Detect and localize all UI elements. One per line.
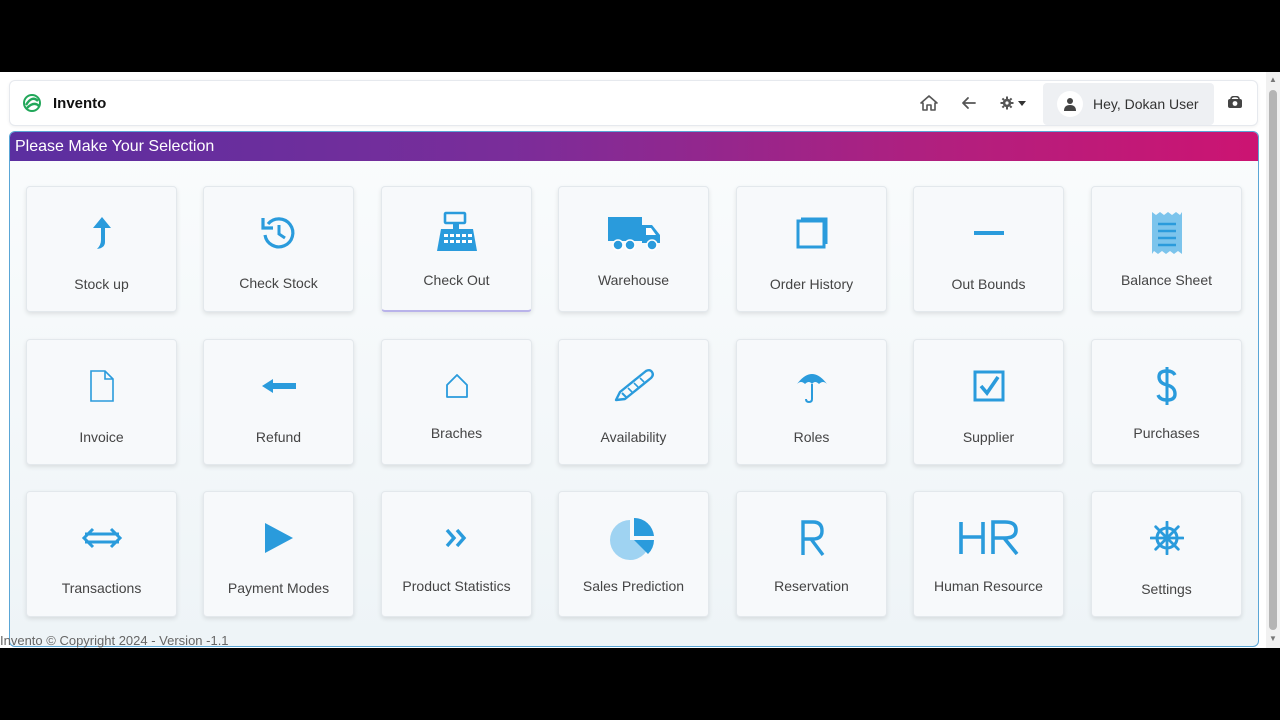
tile-stock-up[interactable]: Stock up — [26, 186, 177, 312]
panel-title: Please Make Your Selection — [10, 132, 1258, 161]
footer-copyright: Invento © Copyright 2024 - Version -1.1 — [0, 633, 229, 648]
document-icon — [27, 362, 176, 410]
tile-payment-modes[interactable]: Payment Modes — [203, 491, 354, 617]
tile-label: Out Bounds — [951, 276, 1026, 292]
user-menu[interactable]: Hey, Dokan User — [1043, 83, 1214, 125]
logout-icon[interactable] — [1223, 93, 1247, 113]
tile-label: Braches — [430, 425, 483, 441]
stock-up-icon — [27, 209, 176, 257]
home-icon[interactable] — [917, 93, 941, 113]
tile-label: Refund — [255, 429, 302, 445]
receipt-icon — [1092, 209, 1241, 257]
tile-label: Supplier — [962, 429, 1015, 445]
selection-panel: Please Make Your Selection Stock up Chec… — [9, 131, 1259, 647]
refresh-icon — [204, 209, 353, 257]
tile-check-out[interactable]: Check Out — [381, 186, 532, 312]
helm-icon — [1092, 514, 1241, 562]
square-icon — [737, 209, 886, 257]
tile-sales-prediction[interactable]: Sales Prediction — [558, 491, 709, 617]
tile-label: Reservation — [774, 578, 849, 594]
tile-label: Warehouse — [597, 272, 670, 288]
dollar-icon — [1092, 362, 1241, 410]
invento-logo-icon — [23, 94, 41, 112]
house-icon — [382, 362, 531, 410]
tile-supplier[interactable]: Supplier — [913, 339, 1064, 465]
app-name: Invento — [53, 94, 107, 112]
tile-check-stock[interactable]: Check Stock — [203, 186, 354, 312]
brand[interactable]: Invento — [22, 91, 106, 115]
tile-reservation[interactable]: Reservation — [736, 491, 887, 617]
checkbox-icon — [914, 362, 1063, 410]
tile-label: Product Statistics — [402, 578, 511, 594]
tile-label: Availability — [600, 429, 667, 445]
tile-out-bounds[interactable]: Out Bounds — [913, 186, 1064, 312]
scroll-thumb[interactable] — [1269, 90, 1277, 630]
tile-label: Invoice — [79, 429, 124, 445]
tile-braches[interactable]: Braches — [381, 339, 532, 465]
app-viewport: Invento Hey, Dokan User Please Make Your… — [0, 72, 1280, 648]
tile-invoice[interactable]: Invoice — [26, 339, 177, 465]
tile-balance-sheet[interactable]: Balance Sheet — [1091, 186, 1242, 312]
tile-warehouse[interactable]: Warehouse — [558, 186, 709, 312]
tile-availability[interactable]: Availability — [558, 339, 709, 465]
tile-label: Settings — [1141, 581, 1192, 597]
pie-chart-icon — [559, 514, 708, 562]
minus-icon — [914, 209, 1063, 257]
tile-label: Stock up — [74, 276, 129, 292]
pencil-icon — [559, 362, 708, 410]
tile-settings[interactable]: Settings — [1091, 491, 1242, 617]
umbrella-icon — [737, 362, 886, 410]
play-icon — [204, 514, 353, 562]
truck-icon — [559, 209, 708, 257]
tile-label: Check Stock — [239, 275, 318, 291]
top-navbar: Invento Hey, Dokan User — [9, 80, 1258, 126]
tile-label: Check Out — [423, 272, 490, 288]
tile-label: Payment Modes — [227, 580, 330, 596]
user-avatar-icon — [1057, 91, 1083, 117]
tile-label: Sales Prediction — [582, 578, 685, 594]
arrow-left-icon — [204, 362, 353, 410]
left-right-arrow-icon — [27, 514, 176, 562]
scroll-down-arrow-icon[interactable]: ▼ — [1269, 635, 1277, 643]
tile-product-statistics[interactable]: Product Statistics — [381, 491, 532, 617]
tile-refund[interactable]: Refund — [203, 339, 354, 465]
tile-label: Balance Sheet — [1120, 272, 1213, 288]
tile-roles[interactable]: Roles — [736, 339, 887, 465]
tile-label: Transactions — [61, 580, 142, 596]
tile-label: Order History — [769, 276, 854, 292]
tile-purchases[interactable]: Purchases — [1091, 339, 1242, 465]
user-greeting: Hey, Dokan User — [1093, 96, 1199, 112]
cash-register-icon — [382, 209, 531, 257]
gear-dropdown-icon[interactable] — [999, 93, 1031, 113]
vertical-scrollbar[interactable]: ▲ ▼ — [1266, 72, 1280, 648]
tile-order-history[interactable]: Order History — [736, 186, 887, 312]
tile-label: Human Resource — [934, 578, 1043, 594]
tile-label: Purchases — [1133, 425, 1200, 441]
double-chevron-icon — [382, 514, 531, 562]
hr-letters-icon — [914, 514, 1063, 562]
tile-human-resource[interactable]: Human Resource — [913, 491, 1064, 617]
tile-transactions[interactable]: Transactions — [26, 491, 177, 617]
scroll-up-arrow-icon[interactable]: ▲ — [1269, 76, 1277, 84]
tile-label: Roles — [793, 429, 830, 445]
back-arrow-icon[interactable] — [957, 93, 981, 113]
r-letter-icon — [737, 514, 886, 562]
